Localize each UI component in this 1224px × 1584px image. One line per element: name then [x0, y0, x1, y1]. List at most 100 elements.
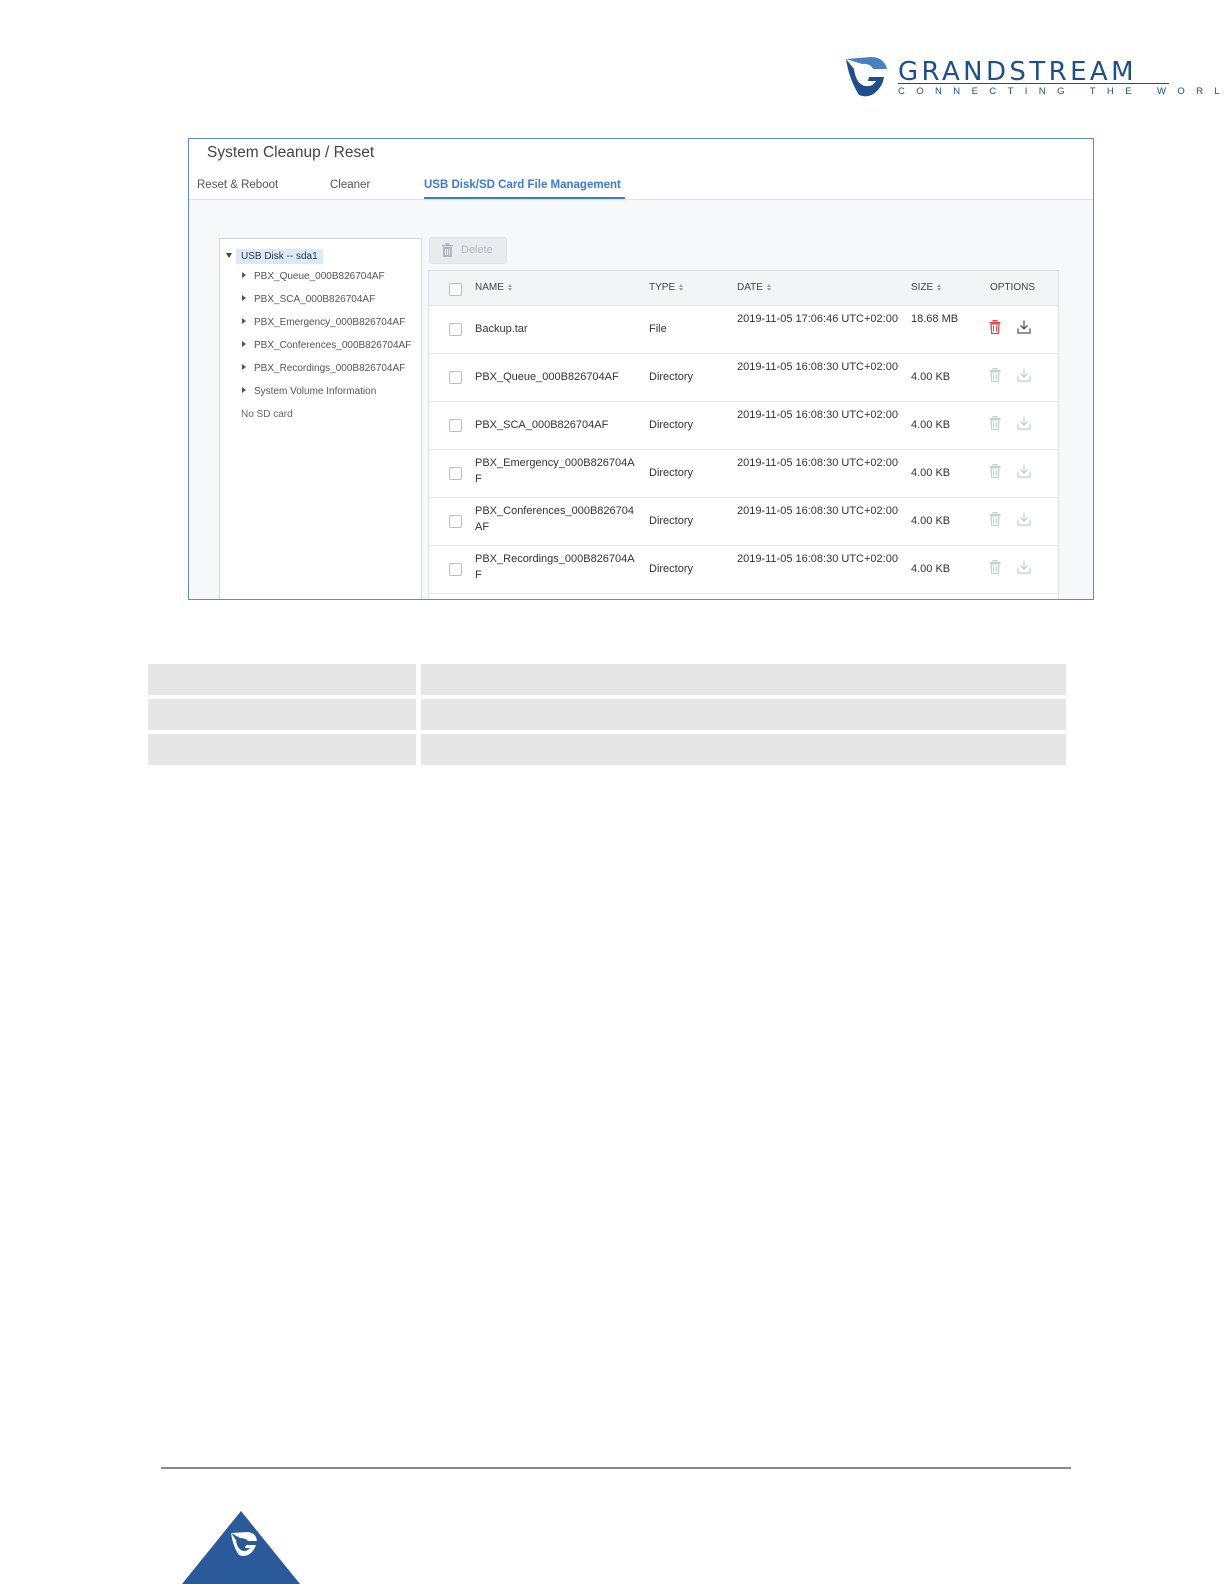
cell-date: 2019-11-05 17:06:46 UTC+02:00 — [737, 313, 898, 325]
tree-item-label: PBX_SCA_000B826704AF — [254, 294, 376, 305]
cell-size: 18.68 MB — [911, 313, 959, 325]
table-row: PBX_Emergency_000B826704AF Directory 2019-… — [429, 449, 1058, 498]
tree-item[interactable]: PBX_SCA_000B826704AF — [242, 294, 375, 305]
tab-bar: Reset & Reboot Cleaner USB Disk/SD Card … — [189, 175, 1093, 200]
sort-icon — [937, 284, 942, 291]
trash-icon[interactable] — [988, 368, 1002, 382]
grandstream-logo-icon — [846, 57, 887, 97]
cell-size: 4.00 KB — [911, 515, 951, 527]
download-icon[interactable] — [1017, 464, 1031, 478]
trash-icon[interactable] — [988, 416, 1002, 430]
download-icon[interactable] — [1017, 416, 1031, 430]
footer-divider — [161, 1467, 1071, 1469]
download-icon[interactable] — [1017, 368, 1031, 382]
cell-type: Directory — [649, 419, 694, 431]
file-tree: USB Disk -- sda1 PBX_Queue_000B826704AF … — [219, 238, 422, 599]
tree-item[interactable]: System Volume Information — [242, 386, 376, 397]
column-header-size-label: SIZE — [911, 282, 934, 293]
description-value-cell — [421, 664, 1066, 695]
caret-right-icon — [242, 295, 246, 301]
tree-item-label: PBX_Emergency_000B826704AF — [254, 317, 406, 328]
tree-item[interactable]: PBX_Emergency_000B826704AF — [242, 317, 405, 328]
tab-cleaner[interactable]: Cleaner — [330, 179, 370, 191]
caret-right-icon — [242, 341, 246, 347]
column-header-type[interactable]: TYPE — [649, 282, 684, 293]
cell-name: PBX_Conferences_000B826704AF — [475, 505, 635, 533]
description-key-cell — [148, 699, 416, 730]
cell-name: PBX_Emergency_000B826704AF — [475, 457, 635, 485]
description-value-cell — [421, 734, 1066, 765]
tree-root-usb-disk[interactable]: USB Disk -- sda1 — [236, 249, 323, 264]
cell-date: 2019-11-05 16:08:30 UTC+02:00 — [737, 505, 898, 517]
tree-item-label: PBX_Conferences_000B826704AF — [254, 340, 412, 351]
grandstream-logo: GRANDSTREAM CONNECTING THE WORLD — [843, 55, 1224, 101]
logo-rule — [898, 83, 1169, 84]
download-icon[interactable] — [1017, 512, 1031, 526]
row-checkbox[interactable] — [449, 371, 462, 384]
caret-right-icon — [242, 364, 246, 370]
tab-usb-sd-file-management[interactable]: USB Disk/SD Card File Management — [424, 179, 621, 191]
column-header-date[interactable]: DATE — [737, 282, 771, 293]
cell-type: File — [649, 323, 667, 335]
cell-name: PBX_Recordings_000B826704AF — [475, 553, 635, 581]
cell-date: 2019-11-05 16:08:30 UTC+02:00 — [737, 409, 898, 421]
sort-icon — [679, 284, 684, 291]
description-key-cell — [148, 664, 416, 695]
table-row: PBX_Queue_000B826704AF Directory 2019-11-0… — [429, 353, 1058, 402]
cell-type: Directory — [649, 563, 694, 575]
description-key-cell — [148, 734, 416, 765]
footer-logo-icon — [182, 1511, 300, 1584]
cell-size: 4.00 KB — [911, 419, 951, 431]
cell-size: 4.00 KB — [911, 371, 951, 383]
tree-item[interactable]: PBX_Conferences_000B826704AF — [242, 340, 411, 351]
logo-tagline: CONNECTING THE WORLD — [898, 86, 1224, 97]
tree-item[interactable]: PBX_Queue_000B826704AF — [242, 271, 385, 282]
sort-icon — [766, 284, 771, 291]
download-icon[interactable] — [1017, 320, 1031, 334]
table-row: PBX_SCA_000B826704AF Directory 2019-11-05 … — [429, 401, 1058, 450]
description-value-cell — [421, 699, 1066, 730]
tab-reset-reboot[interactable]: Reset & Reboot — [197, 179, 278, 191]
trash-icon[interactable] — [988, 464, 1002, 478]
column-header-date-label: DATE — [737, 282, 763, 293]
row-checkbox[interactable] — [449, 323, 462, 336]
select-all-checkbox[interactable] — [449, 283, 462, 296]
delete-button-label: Delete — [461, 244, 493, 256]
no-sd-card-label: No SD card — [241, 409, 293, 420]
cell-size: 4.00 KB — [911, 467, 951, 479]
trash-icon[interactable] — [988, 560, 1002, 574]
caret-right-icon — [242, 272, 246, 278]
sort-icon — [507, 284, 512, 291]
download-icon[interactable] — [1017, 560, 1031, 574]
page-title: System Cleanup / Reset — [207, 144, 375, 161]
active-tab-indicator — [424, 197, 625, 199]
column-header-name[interactable]: NAME — [475, 282, 512, 293]
cell-date: 2019-11-05 16:08:30 UTC+02:00 — [737, 361, 898, 373]
description-row — [148, 734, 1066, 765]
delete-button[interactable]: Delete — [429, 237, 507, 264]
trash-icon[interactable] — [988, 320, 1002, 334]
table-row: PBX_Conferences_000B826704AF Directory 201… — [429, 497, 1058, 546]
description-row — [148, 699, 1066, 730]
caret-down-icon[interactable] — [226, 253, 232, 258]
cell-date: 2019-11-05 16:08:30 UTC+02:00 — [737, 553, 898, 565]
cell-name: Backup.tar — [475, 323, 528, 335]
row-checkbox[interactable] — [449, 515, 462, 528]
file-table: NAME TYPE DATE SIZE OPTIONS Backup.tar Fi… — [428, 270, 1059, 599]
column-header-size[interactable]: SIZE — [911, 282, 942, 293]
cell-name: PBX_Queue_000B826704AF — [475, 371, 619, 383]
system-cleanup-panel: System Cleanup / Reset Reset & Reboot Cl… — [188, 138, 1094, 600]
cell-size: 4.00 KB — [911, 563, 951, 575]
cell-type: Directory — [649, 371, 694, 383]
row-checkbox[interactable] — [449, 467, 462, 480]
tree-item-label: PBX_Queue_000B826704AF — [254, 271, 385, 282]
trash-icon — [442, 243, 453, 257]
cell-type: Directory — [649, 515, 694, 527]
row-checkbox[interactable] — [449, 419, 462, 432]
description-row — [148, 664, 1066, 695]
trash-icon[interactable] — [988, 512, 1002, 526]
caret-right-icon — [242, 318, 246, 324]
cell-type: Directory — [649, 467, 694, 479]
row-checkbox[interactable] — [449, 563, 462, 576]
tree-item[interactable]: PBX_Recordings_000B826704AF — [242, 363, 405, 374]
